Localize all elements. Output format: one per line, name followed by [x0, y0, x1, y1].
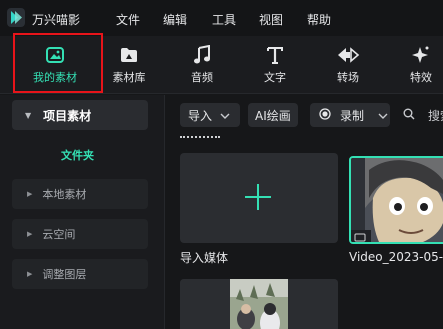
- music-note-icon: [192, 44, 212, 66]
- sidebar-item-local-media[interactable]: ▶ 本地素材: [12, 179, 148, 209]
- outdoor-photo-thumbnail: [180, 279, 338, 329]
- menu-file[interactable]: 文件: [116, 11, 140, 28]
- app-name: 万兴喵影: [32, 13, 81, 27]
- tab-text[interactable]: 文字: [240, 44, 310, 90]
- record-icon: [319, 107, 331, 123]
- search-input[interactable]: 搜索: [428, 107, 443, 124]
- video-thumbnail[interactable]: [349, 156, 443, 244]
- search-icon[interactable]: [403, 108, 415, 123]
- tab-label: 我的素材: [33, 71, 77, 84]
- media-folder-icon: [45, 44, 65, 66]
- menu-tools[interactable]: 工具: [212, 11, 236, 28]
- media-controls-row: 导入 AI绘画 录制 搜索: [166, 95, 443, 135]
- tab-effects[interactable]: 特效: [386, 44, 443, 90]
- record-dropdown-label: 录制: [340, 108, 365, 123]
- tool-tabs-bar: 我的素材 素材库 音频 文字 转场 特效: [0, 36, 443, 94]
- media-content-panel: 导入 AI绘画 录制 搜索: [166, 95, 443, 329]
- tab-label: 转场: [337, 71, 359, 84]
- sidebar-header-label: 项目素材: [43, 108, 92, 123]
- tab-my-media[interactable]: 我的素材: [20, 44, 90, 90]
- sidebar-item-label: 调整图层: [42, 268, 87, 281]
- caret-right-icon: ▶: [27, 270, 33, 278]
- caret-right-icon: ▶: [27, 190, 33, 198]
- tab-audio[interactable]: 音频: [167, 44, 237, 90]
- menu-bar: 万兴喵影 文件 编辑 工具 视图 帮助: [0, 0, 443, 36]
- text-t-icon: [265, 44, 285, 66]
- app-logo-icon: [7, 8, 25, 27]
- photo-thumbnail[interactable]: [180, 279, 338, 329]
- tab-label: 文字: [264, 71, 286, 84]
- import-dropdown-label: 导入: [188, 108, 213, 123]
- sidebar-item-label: 云空间: [42, 228, 76, 241]
- sidebar: ▼ 项目素材 文件夹 ▶ 本地素材 ▶ 云空间 ▶ 调整图层: [0, 95, 165, 329]
- sparkle-effects-icon: [411, 44, 431, 66]
- sidebar-item-cloud-space[interactable]: ▶ 云空间: [12, 219, 148, 249]
- video-filename: Video_2023-05-1: [349, 250, 443, 264]
- caret-right-icon: ▶: [27, 230, 33, 238]
- ai-paint-label: AI绘画: [255, 108, 291, 123]
- tab-transition[interactable]: 转场: [313, 44, 383, 90]
- record-dropdown[interactable]: 录制: [310, 103, 390, 127]
- chevron-down-icon: [378, 108, 388, 122]
- tab-label: 特效: [410, 71, 432, 84]
- menu-view[interactable]: 视图: [259, 11, 283, 28]
- transition-arrows-icon: [336, 44, 360, 66]
- sidebar-item-label: 本地素材: [42, 188, 87, 201]
- anime-frame-thumbnail: [351, 158, 443, 242]
- chevron-down-icon: [220, 108, 230, 122]
- tab-label: 素材库: [112, 71, 146, 84]
- ai-paint-button[interactable]: AI绘画: [248, 103, 298, 127]
- caret-down-icon: ▼: [25, 110, 32, 120]
- import-dropdown[interactable]: 导入: [180, 103, 240, 127]
- menu-edit[interactable]: 编辑: [163, 11, 187, 28]
- plus-icon: [243, 182, 273, 215]
- tab-stock-library[interactable]: 素材库: [94, 44, 164, 90]
- import-media-label: 导入媒体: [180, 251, 229, 265]
- folder-link[interactable]: 文件夹: [0, 147, 155, 163]
- sidebar-item-adjustment-layer[interactable]: ▶ 调整图层: [12, 259, 148, 289]
- sidebar-item-project-media[interactable]: ▼ 项目素材: [12, 100, 148, 130]
- tab-label: 音频: [191, 71, 213, 84]
- import-media-tile[interactable]: [180, 153, 338, 243]
- cut-off-group-label: [180, 136, 220, 141]
- stock-library-icon: [119, 44, 139, 66]
- menu-help[interactable]: 帮助: [307, 11, 331, 28]
